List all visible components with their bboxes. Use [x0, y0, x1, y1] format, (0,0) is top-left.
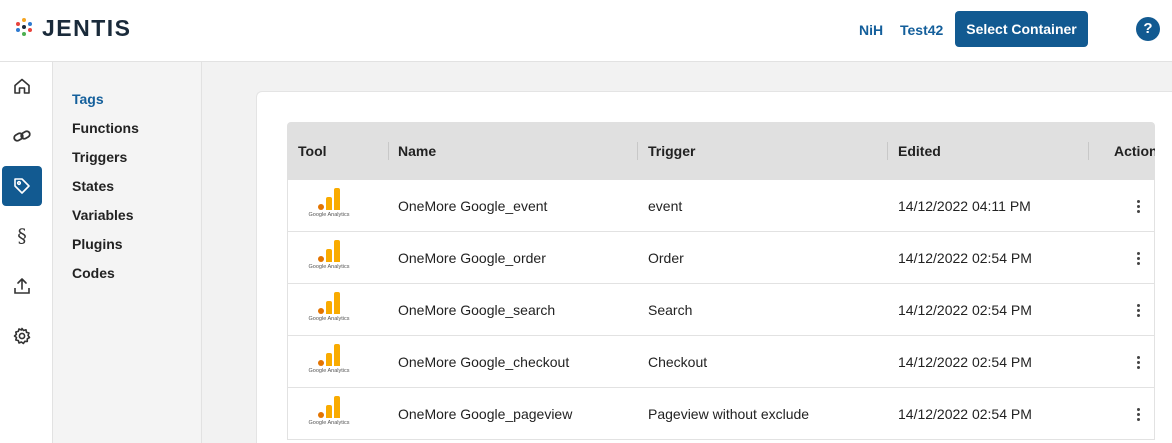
column-header-tool[interactable]: Tool	[298, 143, 327, 159]
jentis-logo[interactable]: JENTIS	[16, 14, 132, 42]
row-actions-menu-icon[interactable]	[1128, 246, 1148, 270]
upload-icon	[14, 278, 30, 294]
subnav-triggers[interactable]: Triggers	[72, 149, 127, 165]
subnav-plugins[interactable]: Plugins	[72, 236, 123, 252]
cell-name[interactable]: OneMore Google_search	[398, 302, 555, 318]
home-icon	[14, 78, 30, 94]
cell-edited: 14/12/2022 02:54 PM	[898, 250, 1032, 266]
subnav-tags[interactable]: Tags	[72, 91, 104, 107]
column-divider	[637, 142, 638, 160]
section-icon: §	[17, 225, 27, 247]
column-divider	[887, 142, 888, 160]
google-analytics-icon	[318, 292, 340, 314]
column-divider	[1088, 142, 1089, 160]
help-icon[interactable]: ?	[1136, 17, 1160, 41]
table-row[interactable]: Google Analytics OneMore Google_pageview P…	[287, 388, 1155, 440]
table-header: Tool Name Trigger Edited Action	[287, 122, 1155, 180]
cell-trigger: Order	[648, 250, 684, 266]
rail-home[interactable]	[2, 66, 42, 106]
google-analytics-icon	[318, 188, 340, 210]
column-header-edited[interactable]: Edited	[898, 143, 941, 159]
cell-edited: 14/12/2022 02:54 PM	[898, 354, 1032, 370]
row-actions-menu-icon[interactable]	[1128, 194, 1148, 218]
google-analytics-logo: Google Analytics	[306, 292, 352, 328]
logo-mark-icon	[16, 18, 36, 38]
column-header-trigger[interactable]: Trigger	[648, 143, 695, 159]
row-actions-menu-icon[interactable]	[1128, 402, 1148, 426]
table-row[interactable]: Google Analytics OneMore Google_checkout C…	[287, 336, 1155, 388]
tool-label: Google Analytics	[308, 212, 350, 218]
container-link[interactable]: Test42	[900, 22, 943, 38]
rail-tags[interactable]	[2, 166, 42, 206]
user-link[interactable]: NiH	[859, 22, 883, 38]
cell-trigger: Search	[648, 302, 693, 318]
google-analytics-icon	[318, 396, 340, 418]
tool-label: Google Analytics	[308, 316, 350, 322]
cell-trigger: Checkout	[648, 354, 708, 370]
gear-icon	[13, 327, 31, 345]
column-header-action: Action	[1114, 143, 1155, 159]
table-row[interactable]: Google Analytics OneMore Google_order Orde…	[287, 232, 1155, 284]
cell-name[interactable]: OneMore Google_order	[398, 250, 546, 266]
cell-name[interactable]: OneMore Google_pageview	[398, 406, 572, 422]
rail-settings[interactable]	[2, 316, 42, 356]
google-analytics-icon	[318, 240, 340, 262]
subnav-functions[interactable]: Functions	[72, 120, 139, 136]
cell-edited: 14/12/2022 02:54 PM	[898, 302, 1032, 318]
rail-section[interactable]: §	[2, 216, 42, 256]
tags-table: Tool Name Trigger Edited Action Google A…	[287, 122, 1155, 443]
tag-icon	[14, 178, 30, 194]
sub-navigation: Tags Functions Triggers States Variables…	[53, 62, 202, 443]
cell-edited: 14/12/2022 04:11 PM	[898, 198, 1031, 214]
google-analytics-logo: Google Analytics	[306, 396, 352, 432]
cell-trigger: event	[648, 198, 683, 214]
link-icon	[13, 130, 31, 142]
icon-rail: §	[0, 62, 53, 443]
google-analytics-logo: Google Analytics	[306, 188, 352, 224]
logo-text: JENTIS	[42, 14, 132, 41]
subnav-codes[interactable]: Codes	[72, 265, 115, 281]
cell-name[interactable]: OneMore Google_checkout	[398, 354, 569, 370]
google-analytics-logo: Google Analytics	[306, 344, 352, 380]
top-header: JENTIS NiH Test42 Select Container ?	[0, 0, 1172, 62]
cell-trigger: Pageview without exclude	[648, 406, 810, 422]
select-container-button[interactable]: Select Container	[955, 11, 1088, 47]
rail-link[interactable]	[2, 116, 42, 156]
row-actions-menu-icon[interactable]	[1128, 298, 1148, 322]
subnav-states[interactable]: States	[72, 178, 114, 194]
google-analytics-icon	[318, 344, 340, 366]
cell-name[interactable]: OneMore Google_event	[398, 198, 547, 214]
rail-upload[interactable]	[2, 266, 42, 306]
row-actions-menu-icon[interactable]	[1128, 350, 1148, 374]
tool-label: Google Analytics	[308, 368, 350, 374]
tool-label: Google Analytics	[308, 264, 350, 270]
table-row[interactable]: Google Analytics OneMore Google_event even…	[287, 180, 1155, 232]
column-header-name[interactable]: Name	[398, 143, 436, 159]
google-analytics-logo: Google Analytics	[306, 240, 352, 276]
subnav-variables[interactable]: Variables	[72, 207, 134, 223]
column-divider	[388, 142, 389, 160]
tool-label: Google Analytics	[308, 420, 350, 426]
cell-edited: 14/12/2022 02:54 PM	[898, 406, 1032, 422]
table-row[interactable]: Google Analytics OneMore Google_search Sea…	[287, 284, 1155, 336]
